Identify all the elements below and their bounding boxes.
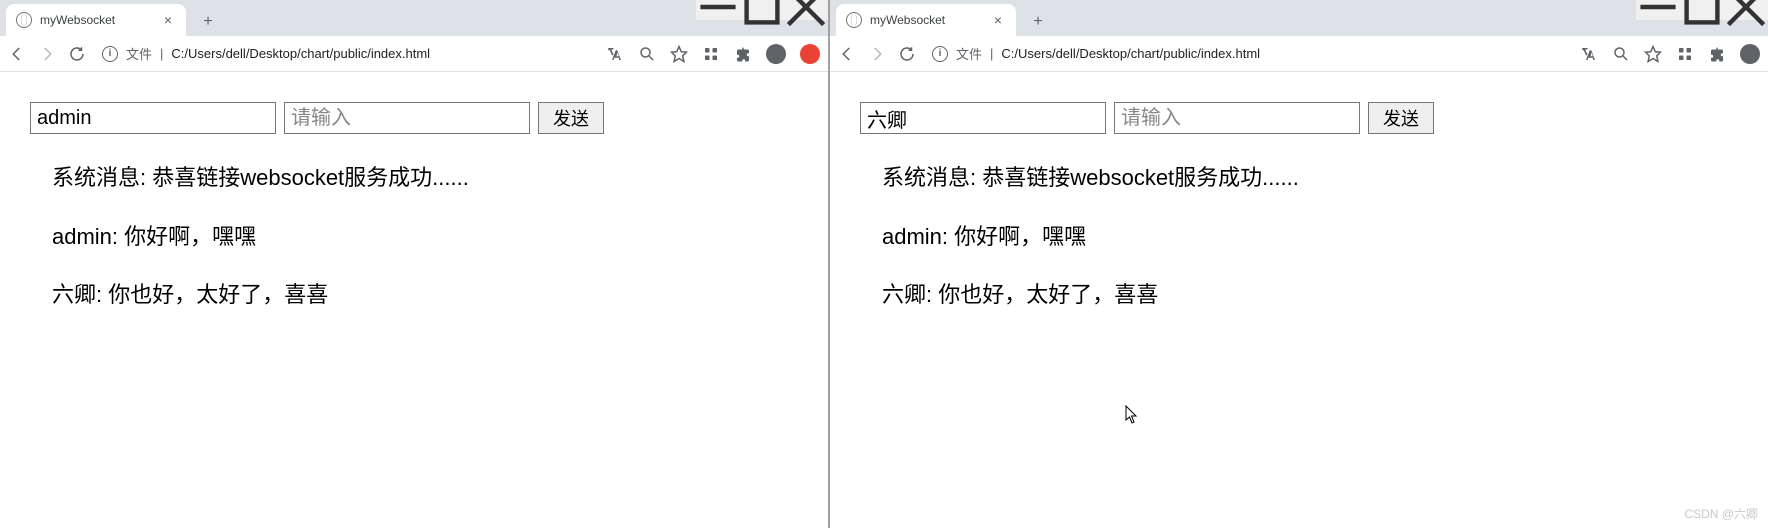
- send-button[interactable]: 发送: [1368, 102, 1434, 134]
- browser-window-left: myWebsocket × + i 文件 |: [0, 0, 830, 528]
- avatar-icon[interactable]: [766, 44, 786, 64]
- translate-icon[interactable]: [1580, 45, 1598, 63]
- close-icon[interactable]: ×: [990, 12, 1006, 28]
- tab-mywebsocket[interactable]: myWebsocket ×: [6, 4, 186, 36]
- address-bar[interactable]: i 文件 | C:/Users/dell/Desktop/chart/publi…: [928, 44, 1568, 63]
- tab-title: myWebsocket: [40, 13, 152, 27]
- close-icon[interactable]: ×: [160, 12, 176, 28]
- reload-button[interactable]: [898, 45, 916, 63]
- message-list: 系统消息: 恭喜链接websocket服务成功...... admin: 你好啊…: [30, 134, 798, 310]
- adblock-icon[interactable]: [800, 44, 820, 64]
- msg-system: 系统消息: 恭喜链接websocket服务成功......: [52, 164, 776, 193]
- minimize-button[interactable]: [1636, 0, 1680, 20]
- message-list: 系统消息: 恭喜链接websocket服务成功...... admin: 你好啊…: [860, 134, 1738, 310]
- address-bar[interactable]: i 文件 | C:/Users/dell/Desktop/chart/publi…: [98, 44, 594, 63]
- url-text: C:/Users/dell/Desktop/chart/public/index…: [171, 46, 430, 61]
- toolbar: i 文件 | C:/Users/dell/Desktop/chart/publi…: [0, 36, 828, 72]
- url-prefix: 文件: [956, 44, 982, 63]
- extension-icon[interactable]: [702, 45, 720, 63]
- info-icon[interactable]: i: [102, 46, 118, 62]
- msg-user: 六卿: 你也好，太好了，喜喜: [882, 281, 1716, 310]
- info-icon[interactable]: i: [932, 46, 948, 62]
- puzzle-icon[interactable]: [734, 45, 752, 63]
- zoom-icon[interactable]: [1612, 45, 1630, 63]
- message-input[interactable]: [284, 102, 530, 134]
- message-input[interactable]: [1114, 102, 1360, 134]
- tab-title: myWebsocket: [870, 13, 982, 27]
- star-icon[interactable]: [670, 45, 688, 63]
- msg-system: 系统消息: 恭喜链接websocket服务成功......: [882, 164, 1716, 193]
- back-button[interactable]: [8, 45, 26, 63]
- puzzle-icon[interactable]: [1708, 45, 1726, 63]
- msg-user: 六卿: 你也好，太好了，喜喜: [52, 281, 776, 310]
- msg-user: admin: 你好啊，嘿嘿: [882, 223, 1716, 252]
- maximize-button[interactable]: [1680, 0, 1724, 20]
- globe-icon: [846, 12, 862, 28]
- url-sep: |: [990, 46, 993, 61]
- reload-button[interactable]: [68, 45, 86, 63]
- close-window-button[interactable]: [784, 0, 828, 20]
- new-tab-button[interactable]: +: [1024, 8, 1052, 36]
- forward-button[interactable]: [868, 45, 886, 63]
- minimize-button[interactable]: [696, 0, 740, 20]
- send-button[interactable]: 发送: [538, 102, 604, 134]
- watermark: CSDN @六卿: [1684, 505, 1758, 522]
- extension-icon[interactable]: [1676, 45, 1694, 63]
- username-input[interactable]: [30, 102, 276, 134]
- tabstrip: myWebsocket × +: [0, 0, 828, 36]
- maximize-button[interactable]: [740, 0, 784, 20]
- toolbar: i 文件 | C:/Users/dell/Desktop/chart/publi…: [830, 36, 1768, 72]
- new-tab-button[interactable]: +: [194, 8, 222, 36]
- browser-window-right: myWebsocket × + i 文件 |: [830, 0, 1768, 528]
- star-icon[interactable]: [1644, 45, 1662, 63]
- translate-icon[interactable]: [606, 45, 624, 63]
- tab-mywebsocket[interactable]: myWebsocket ×: [836, 4, 1016, 36]
- page-content: 发送 系统消息: 恭喜链接websocket服务成功...... admin: …: [0, 72, 828, 528]
- input-row: 发送: [30, 102, 798, 134]
- forward-button[interactable]: [38, 45, 56, 63]
- close-window-button[interactable]: [1724, 0, 1768, 20]
- url-text: C:/Users/dell/Desktop/chart/public/index…: [1001, 46, 1260, 61]
- input-row: 发送: [860, 102, 1738, 134]
- globe-icon: [16, 12, 32, 28]
- back-button[interactable]: [838, 45, 856, 63]
- url-prefix: 文件: [126, 44, 152, 63]
- avatar-icon[interactable]: [1740, 44, 1760, 64]
- tabstrip: myWebsocket × +: [830, 0, 1768, 36]
- msg-user: admin: 你好啊，嘿嘿: [52, 223, 776, 252]
- page-content: 发送 系统消息: 恭喜链接websocket服务成功...... admin: …: [830, 72, 1768, 528]
- username-input[interactable]: [860, 102, 1106, 134]
- url-sep: |: [160, 46, 163, 61]
- zoom-icon[interactable]: [638, 45, 656, 63]
